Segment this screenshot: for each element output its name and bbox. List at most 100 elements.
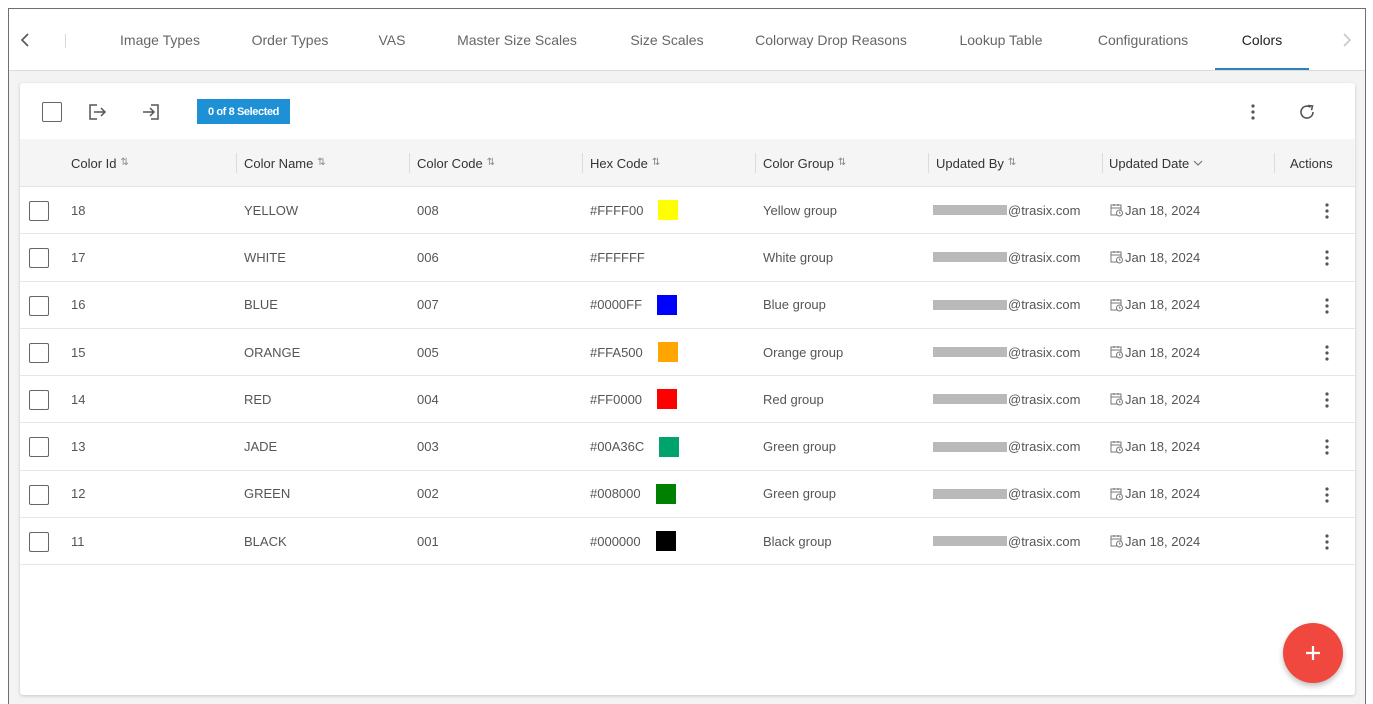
- cell-updated-by: @trasix.com: [933, 423, 1080, 469]
- tab-scroll-left-icon[interactable]: [15, 28, 35, 52]
- row-checkbox[interactable]: [29, 295, 49, 316]
- redacted-email: [933, 205, 1007, 216]
- table-row[interactable]: 17 WHITE 006 #FFFFFF White group @trasix…: [20, 234, 1355, 282]
- tab-scroll-right-icon[interactable]: [1337, 28, 1357, 52]
- row-checkbox[interactable]: [29, 484, 49, 505]
- table-row[interactable]: 16 BLUE 007 #0000FF Blue group @trasix.c…: [20, 282, 1355, 329]
- tab-order-types[interactable]: Order Types: [235, 9, 345, 71]
- row-actions-more-icon[interactable]: [1319, 199, 1335, 223]
- email-domain: @trasix.com: [1008, 486, 1081, 502]
- table-row[interactable]: 13 JADE 003 #00A36C Green group @trasix.…: [20, 423, 1355, 471]
- column-header-updated-date[interactable]: Updated Date: [1109, 139, 1203, 187]
- cell-color-name: GREEN: [244, 486, 291, 502]
- row-checkbox[interactable]: [29, 532, 49, 553]
- cell-hex-code: #008000: [590, 471, 676, 517]
- column-header-hex-code[interactable]: Hex Code ⇅: [590, 139, 660, 187]
- cell-updated-by: @trasix.com: [933, 234, 1080, 280]
- table-row[interactable]: 11 BLACK 001 #000000 Black group @trasix…: [20, 518, 1355, 566]
- tab-colors[interactable]: Colors: [1215, 9, 1309, 71]
- tab-master-size-scales[interactable]: Master Size Scales: [449, 9, 585, 71]
- email-domain: @trasix.com: [1008, 202, 1081, 218]
- column-header-color-group[interactable]: Color Group ⇅: [763, 139, 846, 187]
- cell-color-name: BLUE: [244, 297, 278, 313]
- tab-lookup-table[interactable]: Lookup Table: [943, 9, 1059, 71]
- column-header-label: Actions: [1290, 155, 1333, 171]
- cell-color-id: 17: [71, 249, 86, 265]
- color-swatch: [657, 294, 678, 315]
- row-checkbox[interactable]: [29, 248, 49, 269]
- refresh-icon[interactable]: [1295, 100, 1319, 124]
- cell-color-group: Red group: [763, 391, 824, 407]
- cell-updated-by: @trasix.com: [933, 376, 1080, 422]
- hex-code-text: #FF0000: [590, 391, 643, 407]
- calendar-clock-icon: [1110, 534, 1124, 548]
- column-header-updated-by[interactable]: Updated By ⇅: [936, 139, 1016, 187]
- tab-configurations[interactable]: Configurations: [1083, 9, 1203, 71]
- row-actions-more-icon[interactable]: [1319, 483, 1335, 507]
- cell-color-group: Green group: [763, 439, 836, 455]
- hex-code-text: #FFFF00: [590, 202, 644, 218]
- email-domain: @trasix.com: [1008, 249, 1081, 265]
- cell-color-id: 13: [71, 439, 86, 455]
- column-separator: [582, 153, 583, 173]
- select-all-checkbox[interactable]: [42, 102, 62, 122]
- cell-color-id: 11: [71, 533, 85, 549]
- column-separator: [928, 153, 929, 173]
- column-header-label: Color Id: [71, 155, 117, 171]
- cell-updated-by: @trasix.com: [933, 187, 1080, 233]
- table-row[interactable]: 18 YELLOW 008 #FFFF00 Yellow group @tras…: [20, 187, 1355, 235]
- column-separator: [409, 153, 410, 173]
- redacted-email: [933, 299, 1007, 310]
- redacted-email: [933, 394, 1007, 405]
- more-vertical-icon[interactable]: [1243, 100, 1263, 124]
- cell-color-name: YELLOW: [244, 202, 299, 218]
- updated-date-text: Jan 18, 2024: [1125, 486, 1201, 502]
- color-swatch: [659, 436, 680, 457]
- cell-color-name: JADE: [244, 439, 278, 455]
- table-toolbar: 0 of 8 Selected: [20, 83, 1355, 139]
- row-actions-more-icon[interactable]: [1319, 388, 1335, 412]
- tab-size-scales[interactable]: Size Scales: [617, 9, 717, 71]
- tab-image-types[interactable]: Image Types: [105, 9, 215, 71]
- color-swatch: [655, 483, 676, 504]
- column-header-label: Color Code: [417, 155, 483, 171]
- tab-colorway-drop-reasons[interactable]: Colorway Drop Reasons: [745, 9, 917, 71]
- sort-icon: ⇅: [486, 157, 496, 168]
- table-row[interactable]: 12 GREEN 002 #008000 Green group @trasix…: [20, 471, 1355, 519]
- row-actions-more-icon[interactable]: [1319, 530, 1335, 554]
- email-domain: @trasix.com: [1008, 533, 1081, 549]
- cell-updated-by: @trasix.com: [933, 329, 1080, 375]
- hex-code-text: #0000FF: [590, 297, 643, 313]
- column-header-color-code[interactable]: Color Code ⇅: [417, 139, 495, 187]
- cell-hex-code: #FFFF00: [590, 187, 679, 233]
- tab-bar: Image Types Order Types VAS Master Size …: [9, 9, 1365, 71]
- export-icon[interactable]: [86, 101, 108, 123]
- row-checkbox[interactable]: [29, 437, 49, 458]
- row-checkbox[interactable]: [29, 390, 49, 411]
- column-separator: [236, 153, 237, 173]
- add-color-button[interactable]: [1283, 623, 1343, 683]
- color-swatch: [659, 247, 680, 268]
- row-checkbox[interactable]: [29, 342, 49, 363]
- column-header-color-name[interactable]: Color Name ⇅: [244, 139, 326, 187]
- column-separator: [1274, 153, 1275, 173]
- row-actions-more-icon[interactable]: [1319, 435, 1335, 459]
- color-swatch: [655, 531, 676, 552]
- tab-vas[interactable]: VAS: [367, 9, 417, 71]
- hex-code-text: #FFFFFF: [590, 249, 645, 265]
- column-header-color-id[interactable]: Color Id ⇅: [71, 139, 129, 187]
- cell-color-id: 18: [71, 202, 86, 218]
- table-row[interactable]: 14 RED 004 #FF0000 Red group @trasix.com…: [20, 376, 1355, 424]
- import-icon[interactable]: [140, 101, 162, 123]
- updated-date-text: Jan 18, 2024: [1125, 249, 1201, 265]
- row-actions-more-icon[interactable]: [1319, 246, 1335, 270]
- row-checkbox[interactable]: [29, 201, 49, 221]
- cell-updated-date: Jan 18, 2024: [1110, 518, 1200, 564]
- calendar-clock-icon: [1110, 203, 1124, 217]
- row-actions-more-icon[interactable]: [1319, 341, 1335, 365]
- column-header-actions: Actions: [1290, 139, 1333, 187]
- cell-color-group: Blue group: [763, 297, 826, 313]
- table-row[interactable]: 15 ORANGE 005 #FFA500 Orange group @tras…: [20, 329, 1355, 377]
- row-actions-more-icon[interactable]: [1319, 294, 1335, 318]
- calendar-clock-icon: [1110, 487, 1124, 501]
